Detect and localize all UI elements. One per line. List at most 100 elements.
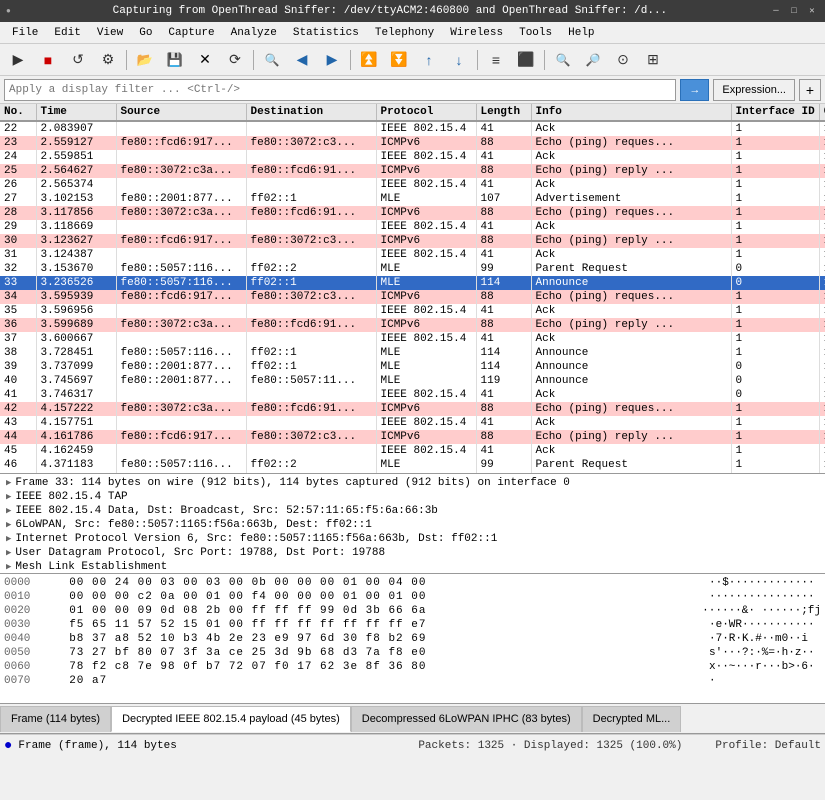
bottom-tab-3[interactable]: Decrypted ML... bbox=[582, 706, 682, 732]
bottom-tab-0[interactable]: Frame (114 bytes) bbox=[0, 706, 111, 732]
table-row[interactable]: 333.236526fe80::5057:116...ff02::1MLE114… bbox=[0, 276, 825, 290]
auto-scroll-button[interactable]: ⬛ bbox=[512, 47, 540, 73]
col-interface-id[interactable]: Interface ID bbox=[731, 104, 819, 121]
table-row[interactable]: 273.102153fe80::2001:877...ff02::1MLE107… bbox=[0, 192, 825, 206]
detail-item[interactable]: ▶Frame 33: 114 bytes on wire (912 bits),… bbox=[4, 476, 821, 490]
col-destination[interactable]: Destination bbox=[246, 104, 376, 121]
menu-item-go[interactable]: Go bbox=[131, 25, 160, 41]
menu-item-statistics[interactable]: Statistics bbox=[285, 25, 367, 41]
detail-item[interactable]: ▶IEEE 802.15.4 TAP bbox=[4, 490, 821, 504]
maximize-button[interactable]: □ bbox=[787, 4, 801, 18]
apply-filter-button[interactable]: → bbox=[680, 79, 709, 101]
close-file-button[interactable]: ✕ bbox=[191, 47, 219, 73]
table-row[interactable]: 242.559851IEEE 802.15.441Ack117 bbox=[0, 150, 825, 164]
col-protocol[interactable]: Protocol bbox=[376, 104, 476, 121]
table-row[interactable]: 222.083907IEEE 802.15.441Ack117 bbox=[0, 121, 825, 136]
table-row[interactable]: 413.746317IEEE 802.15.441Ack017 bbox=[0, 388, 825, 402]
go-prev-button[interactable]: ↑ bbox=[415, 47, 443, 73]
reload-file-button[interactable]: ⟳ bbox=[221, 47, 249, 73]
hex-ascii: s'···?:·%=·h·z·· bbox=[701, 647, 821, 659]
col-no[interactable]: No. bbox=[0, 104, 36, 121]
table-row[interactable]: 444.161786fe80::fcd6:917...fe80::3072:c3… bbox=[0, 430, 825, 444]
col-length[interactable]: Length bbox=[476, 104, 531, 121]
menu-item-analyze[interactable]: Analyze bbox=[223, 25, 285, 41]
table-row[interactable]: 353.596956IEEE 802.15.441Ack117 bbox=[0, 304, 825, 318]
menu-item-view[interactable]: View bbox=[89, 25, 131, 41]
detail-item[interactable]: ▶Internet Protocol Version 6, Src: fe80:… bbox=[4, 532, 821, 546]
table-row[interactable]: 383.728451fe80::5057:116...ff02::1MLE114… bbox=[0, 346, 825, 360]
hex-bytes: 01 00 00 09 0d 08 2b 00 ff ff ff 99 0d 3… bbox=[54, 605, 694, 617]
detail-text: IEEE 802.15.4 Data, Dst: Broadcast, Src:… bbox=[15, 505, 437, 517]
hex-row: 0020 01 00 00 09 0d 08 2b 00 ff ff ff 99… bbox=[4, 604, 821, 618]
table-row[interactable]: 303.123627fe80::fcd6:917...fe80::3072:c3… bbox=[0, 234, 825, 248]
table-row[interactable]: 464.371183fe80::5057:116...ff02::2MLE99P… bbox=[0, 458, 825, 472]
restart-capture-button[interactable]: ↺ bbox=[64, 47, 92, 73]
hex-offset: 0070 bbox=[4, 675, 54, 687]
start-capture-button[interactable]: ▶ bbox=[4, 47, 32, 73]
go-next-button[interactable]: ↓ bbox=[445, 47, 473, 73]
hex-bytes: 00 00 00 c2 0a 00 01 00 f4 00 00 00 01 0… bbox=[54, 591, 701, 603]
table-row[interactable]: 424.157222fe80::3072:c3a...fe80::fcd6:91… bbox=[0, 402, 825, 416]
open-file-button[interactable]: 📂 bbox=[131, 47, 159, 73]
add-filter-button[interactable]: + bbox=[799, 79, 821, 101]
menu-item-file[interactable]: File bbox=[4, 25, 46, 41]
detail-item[interactable]: ▶Mesh Link Establishment bbox=[4, 560, 821, 574]
menu-item-wireless[interactable]: Wireless bbox=[442, 25, 511, 41]
resize-columns-button[interactable]: ⊞ bbox=[639, 47, 667, 73]
menu-item-tools[interactable]: Tools bbox=[511, 25, 560, 41]
table-row[interactable]: 403.745697fe80::2001:877...fe80::5057:11… bbox=[0, 374, 825, 388]
hex-row: 0060 78 f2 c8 7e 98 0f b7 72 07 f0 17 62… bbox=[4, 660, 821, 674]
packet-table: No. Time Source Destination Protocol Len… bbox=[0, 104, 825, 474]
table-row[interactable]: 373.600667IEEE 802.15.441Ack117 bbox=[0, 332, 825, 346]
detail-item[interactable]: ▶ IEEE 802.15.4 Data, Dst: Broadcast, Src… bbox=[4, 504, 821, 518]
expression-button[interactable]: Expression... bbox=[713, 79, 795, 101]
find-packet-button[interactable]: 🔍 bbox=[258, 47, 286, 73]
table-row[interactable]: 434.157751IEEE 802.15.441Ack117 bbox=[0, 416, 825, 430]
colorize-button[interactable]: ≡ bbox=[482, 47, 510, 73]
go-first-button[interactable]: ⏫ bbox=[355, 47, 383, 73]
window-title: Capturing from OpenThread Sniffer: /dev/… bbox=[11, 5, 769, 17]
table-row[interactable]: 293.118669IEEE 802.15.441Ack117 bbox=[0, 220, 825, 234]
table-row[interactable]: 283.117856fe80::3072:c3a...fe80::fcd6:91… bbox=[0, 206, 825, 220]
save-file-button[interactable]: 💾 bbox=[161, 47, 189, 73]
toolbar-separator-5 bbox=[544, 50, 545, 70]
display-filter-input[interactable] bbox=[4, 79, 676, 101]
stop-capture-button[interactable]: ■ bbox=[34, 47, 62, 73]
minimize-button[interactable]: ─ bbox=[769, 4, 783, 18]
hex-offset: 0010 bbox=[4, 591, 54, 603]
hex-ascii: · bbox=[701, 675, 821, 687]
go-last-button[interactable]: ⏬ bbox=[385, 47, 413, 73]
table-row[interactable]: 232.559127fe80::fcd6:917...fe80::3072:c3… bbox=[0, 136, 825, 150]
close-button[interactable]: ✕ bbox=[805, 4, 819, 18]
detail-arrow: ▶ bbox=[6, 562, 11, 572]
table-row[interactable]: 313.124387IEEE 802.15.441Ack117 bbox=[0, 248, 825, 262]
prev-packet-button[interactable]: ◀ bbox=[288, 47, 316, 73]
menu-item-telephony[interactable]: Telephony bbox=[367, 25, 442, 41]
menu-item-edit[interactable]: Edit bbox=[46, 25, 88, 41]
col-time[interactable]: Time bbox=[36, 104, 116, 121]
next-packet-button[interactable]: ▶ bbox=[318, 47, 346, 73]
table-row[interactable]: 262.565374IEEE 802.15.441Ack117 bbox=[0, 178, 825, 192]
status-right: Packets: 1325 · Displayed: 1325 (100.0%)… bbox=[418, 740, 821, 752]
zoom-normal-button[interactable]: ⊙ bbox=[609, 47, 637, 73]
zoom-out-button[interactable]: 🔎 bbox=[579, 47, 607, 73]
detail-item[interactable]: ▶User Datagram Protocol, Src Port: 19788… bbox=[4, 546, 821, 560]
table-row[interactable]: 393.737099fe80::2001:877...ff02::1MLE114… bbox=[0, 360, 825, 374]
col-info[interactable]: Info bbox=[531, 104, 731, 121]
capture-options-button[interactable]: ⚙ bbox=[94, 47, 122, 73]
table-row[interactable]: 454.162459IEEE 802.15.441Ack117 bbox=[0, 444, 825, 458]
detail-arrow: ▶ bbox=[6, 506, 11, 516]
table-row[interactable]: 252.564627fe80::3072:c3a...fe80::fcd6:91… bbox=[0, 164, 825, 178]
table-row[interactable]: 363.599689fe80::3072:c3a...fe80::fcd6:91… bbox=[0, 318, 825, 332]
table-row[interactable]: 323.153670fe80::5057:116...ff02::2MLE99P… bbox=[0, 262, 825, 276]
menu-item-capture[interactable]: Capture bbox=[160, 25, 222, 41]
col-source[interactable]: Source bbox=[116, 104, 246, 121]
menu-item-help[interactable]: Help bbox=[560, 25, 602, 41]
table-row[interactable]: 343.595939fe80::fcd6:917...fe80::3072:c3… bbox=[0, 290, 825, 304]
toolbar-separator-1 bbox=[126, 50, 127, 70]
bottom-tab-2[interactable]: Decompressed 6LoWPAN IPHC (83 bytes) bbox=[351, 706, 582, 732]
col-channel[interactable]: Channel bbox=[819, 104, 825, 121]
zoom-in-button[interactable]: 🔍 bbox=[549, 47, 577, 73]
detail-item[interactable]: ▶6LoWPAN, Src: fe80::5057:1165:f56a:663b… bbox=[4, 518, 821, 532]
bottom-tab-1[interactable]: Decrypted IEEE 802.15.4 payload (45 byte… bbox=[111, 706, 351, 732]
